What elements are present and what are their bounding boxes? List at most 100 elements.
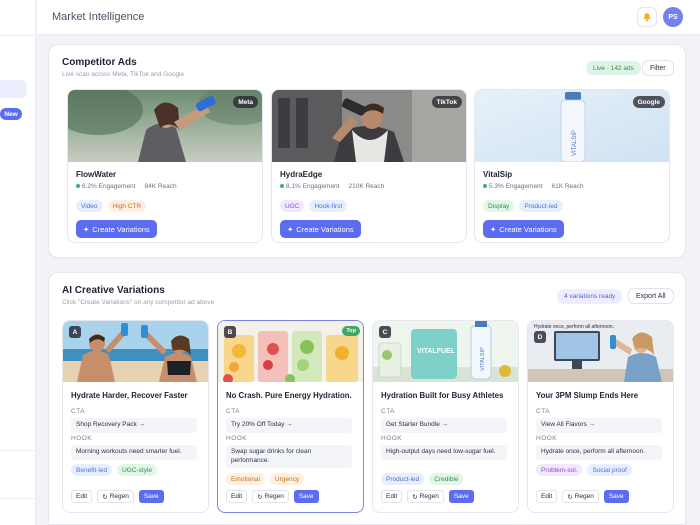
regen-button[interactable]: ↻ Regen — [562, 490, 599, 503]
tag-list: Emotional Urgency — [226, 473, 305, 485]
tag: Video — [76, 200, 103, 212]
competitor-stats: 6.2% Engagement 84K Reach — [76, 183, 177, 190]
reach-stat: 61K Reach — [551, 183, 584, 190]
save-button[interactable]: Save — [293, 490, 319, 503]
hook-label: HOOK — [71, 435, 93, 442]
image-caption: Hydrate once, perform all afternoon. — [534, 324, 614, 330]
new-badge: New — [0, 108, 22, 120]
hook-field[interactable]: Hydrate once, perform all afternoon. — [536, 445, 662, 460]
tag: Benefit-led — [71, 464, 113, 476]
sparkle-icon: ✦ — [287, 224, 294, 234]
sidebar-item-active[interactable] — [0, 80, 27, 98]
filter-button[interactable]: Filter — [642, 60, 674, 76]
tag: Urgency — [269, 473, 305, 485]
hook-label: HOOK — [536, 435, 558, 442]
competitor-stats: 8.1% Engagement 210K Reach — [280, 183, 384, 190]
variation-card: A Hydrate Harder, Recover Faster CTA Sho… — [62, 320, 209, 513]
cta-field[interactable]: Get Starter Bundle → — [381, 418, 507, 433]
variation-actions: Edit ↻ Regen Save — [381, 490, 474, 503]
notifications-button[interactable] — [637, 7, 657, 27]
tag: Emotional — [226, 473, 265, 485]
ai-variations-panel: AI Creative Variations Click "Create Var… — [48, 272, 686, 525]
section-title: AI Creative Variations — [62, 285, 165, 296]
edit-button[interactable]: Edit — [536, 490, 558, 503]
competitor-ads-panel: Competitor Ads Live scan across Meta, Ti… — [48, 44, 686, 258]
live-status-badge: Live · 142 ads — [586, 61, 641, 75]
cta-label: CTA — [71, 408, 86, 415]
reach-stat: 84K Reach — [144, 183, 177, 190]
regen-button[interactable]: ↻ Regen — [252, 490, 289, 503]
save-button[interactable]: Save — [138, 490, 164, 503]
ad-image: VITALSIP Google — [475, 90, 669, 162]
cta-label: CTA — [226, 408, 241, 415]
tag: Display — [483, 200, 515, 212]
variation-image: B Top — [218, 321, 363, 382]
product-label: VITALFUEL — [417, 348, 456, 355]
hook-field[interactable]: Swap sugar drinks for clean performance. — [226, 445, 352, 468]
tag: UGC-style — [117, 464, 158, 476]
tag: UGC — [280, 200, 305, 212]
save-button[interactable]: Save — [603, 490, 629, 503]
avatar[interactable]: PS — [663, 7, 683, 27]
tag: Social proof — [587, 464, 632, 476]
variation-headline: Hydration Built for Busy Athletes — [381, 391, 504, 400]
section-subtitle: Live scan across Meta, TikTok and Google — [62, 71, 185, 78]
create-variations-button[interactable]: ✦ Create Variations — [76, 220, 157, 238]
sidebar-divider — [0, 35, 36, 36]
refresh-icon: ↻ — [412, 493, 418, 501]
variation-headline: Hydrate Harder, Recover Faster — [71, 391, 188, 400]
hook-field[interactable]: High-output days need low-sugar fuel. — [381, 445, 507, 460]
tag: Hook-first — [309, 200, 348, 212]
competitor-name: VitalSip — [483, 170, 513, 179]
edit-button[interactable]: Edit — [226, 490, 248, 503]
variation-card: VITALFUEL VITALSIP C Hydration Built for… — [372, 320, 519, 513]
engagement-stat: 5.3% Engagement — [483, 183, 542, 190]
edit-button[interactable]: Edit — [71, 490, 93, 503]
variation-letter: B — [224, 326, 236, 338]
edit-button[interactable]: Edit — [381, 490, 403, 503]
cta-field[interactable]: Shop Recovery Pack → — [71, 418, 197, 433]
tag-list: Benefit-led UGC-style — [71, 464, 158, 476]
top-badge: Top — [342, 326, 360, 336]
cta-label: CTA — [381, 408, 396, 415]
hook-label: HOOK — [226, 435, 248, 442]
tag-list: UGC Hook-first — [280, 200, 348, 212]
sidebar-divider — [0, 450, 36, 451]
create-variations-button[interactable]: ✦ Create Variations — [483, 220, 564, 238]
create-variations-button[interactable]: ✦ Create Variations — [280, 220, 361, 238]
sidebar-divider — [0, 498, 36, 499]
variation-card: B Top No Crash. Pure Energy Hydration. C… — [217, 320, 364, 513]
regen-button[interactable]: ↻ Regen — [407, 490, 444, 503]
competitor-name: FlowWater — [76, 170, 117, 179]
competitor-card: VITALSIP Google VitalSip 5.3% Engagement… — [474, 89, 670, 243]
regen-button[interactable]: ↻ Regen — [97, 490, 134, 503]
hook-label: HOOK — [381, 435, 403, 442]
refresh-icon: ↻ — [257, 493, 263, 501]
tag-list: Video High CTR — [76, 200, 147, 212]
page-title: Market Intelligence — [52, 11, 145, 23]
tag-list: Problem-sol. Social proof — [536, 464, 632, 476]
engagement-stat: 6.2% Engagement — [76, 183, 135, 190]
ad-image: TikTok — [272, 90, 466, 162]
variation-letter: C — [379, 326, 391, 338]
export-all-button[interactable]: Export All — [628, 288, 674, 304]
hook-field[interactable]: Morning workouts need smarter fuel. — [71, 445, 197, 460]
bottle-label: VITALSIP — [480, 347, 486, 371]
tag: Problem-sol. — [536, 464, 583, 476]
tag: Credible — [429, 473, 464, 485]
engagement-stat: 8.1% Engagement — [280, 183, 339, 190]
cta-field[interactable]: Try 20% Off Today → — [226, 418, 352, 433]
variation-image: A — [63, 321, 208, 382]
platform-badge: TikTok — [431, 96, 462, 108]
cta-field[interactable]: View All Flavors → — [536, 418, 662, 433]
variation-card: Hydrate once, perform all afternoon. D Y… — [527, 320, 674, 513]
variation-actions: Edit ↻ Regen Save — [71, 490, 164, 503]
cta-label: CTA — [536, 408, 551, 415]
sparkle-icon: ✦ — [83, 224, 90, 234]
competitor-name: HydraEdge — [280, 170, 323, 179]
variation-actions: Edit ↻ Regen Save — [536, 490, 629, 503]
top-bar: Market Intelligence PS — [37, 0, 700, 35]
tag: High CTR — [107, 200, 147, 212]
save-button[interactable]: Save — [448, 490, 474, 503]
variations-count-badge: 4 variations ready — [557, 289, 623, 304]
